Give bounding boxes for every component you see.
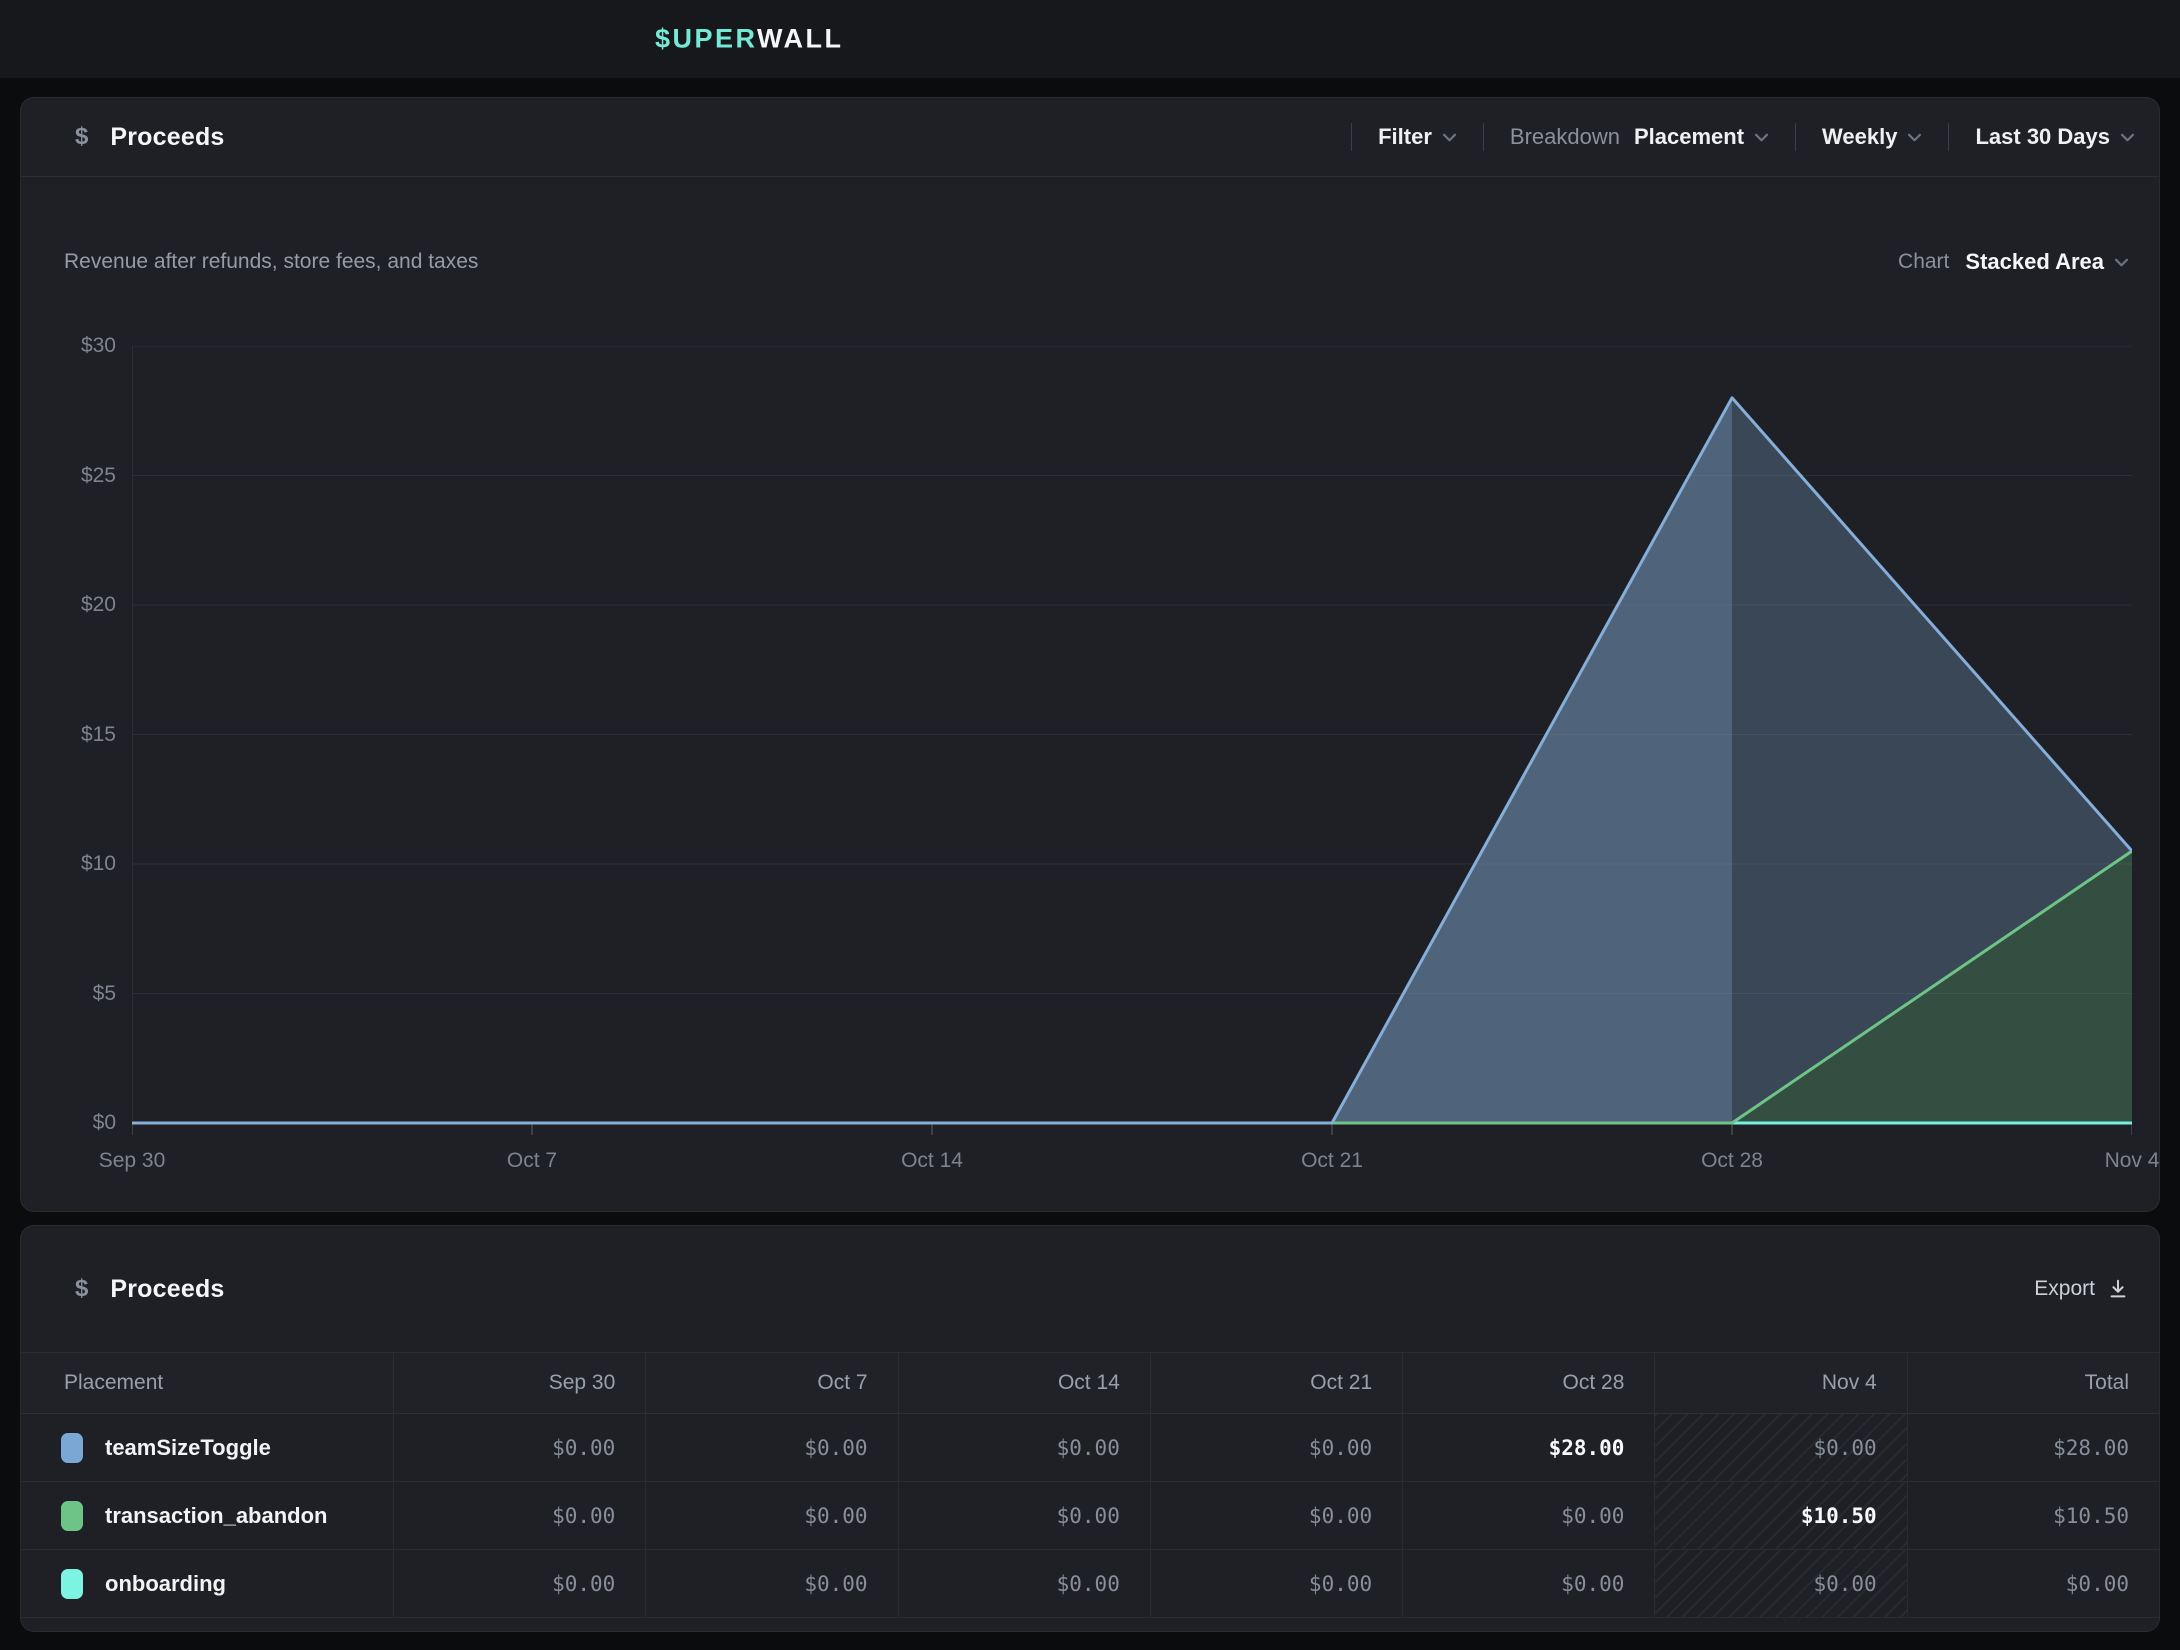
proceeds-table-body: teamSizeToggle$0.00$0.00$0.00$0.00$28.00… (21, 1414, 2159, 1618)
placement-name: transaction_abandon (105, 1503, 327, 1529)
chevron-down-icon (1754, 133, 1769, 143)
proceeds-table-card: $ Proceeds Export PlacementSep 30Oct 7Oc… (20, 1225, 2160, 1632)
column-header: Nov 4 (1654, 1353, 1906, 1413)
value-cell: $0.00 (1150, 1482, 1402, 1549)
breakdown-dropdown[interactable]: Breakdown Placement (1484, 124, 1795, 150)
dollar-icon: $ (75, 1275, 88, 1303)
logo-accent: $UPER (655, 24, 757, 54)
export-label: Export (2034, 1277, 2095, 1301)
date-range-dropdown[interactable]: Last 30 Days (1949, 124, 2139, 150)
chevron-down-icon (2114, 258, 2129, 268)
value-cell: $0.00 (898, 1550, 1150, 1617)
table-row[interactable]: onboarding$0.00$0.00$0.00$0.00$0.00$0.00… (21, 1550, 2159, 1618)
column-header: Sep 30 (393, 1353, 645, 1413)
chart-type-dropdown[interactable]: Chart Stacked Area (1898, 249, 2129, 275)
value-cell: $0.00 (1150, 1550, 1402, 1617)
value-cell: $0.00 (898, 1482, 1150, 1549)
table-row[interactable]: transaction_abandon$0.00$0.00$0.00$0.00$… (21, 1482, 2159, 1550)
placement-name: onboarding (105, 1571, 226, 1597)
value-cell: $10.50 (1654, 1482, 1906, 1549)
breakdown-label: Breakdown (1510, 124, 1620, 150)
filter-dropdown[interactable]: Filter (1352, 124, 1483, 150)
y-axis-tick-label: $20 (21, 594, 116, 616)
download-icon (2107, 1278, 2129, 1300)
value-cell: $0.00 (1150, 1414, 1402, 1481)
page: $UPERWALL $ Proceeds Filter Breakdown Pl… (0, 0, 2180, 1650)
value-cell: $0.00 (1654, 1550, 1906, 1617)
proceeds-chart-card: $ Proceeds Filter Breakdown Placement We… (20, 97, 2160, 1212)
chevron-down-icon (1442, 133, 1457, 143)
value-cell: $0.00 (393, 1482, 645, 1549)
table-card-header: $ Proceeds Export (21, 1226, 2159, 1353)
series-color-swatch (61, 1501, 83, 1531)
table-header-row: PlacementSep 30Oct 7Oct 14Oct 21Oct 28No… (21, 1353, 2159, 1414)
chart-card-title: Proceeds (110, 123, 224, 152)
placement-name-cell: onboarding (21, 1550, 393, 1617)
chart-type-label: Chart (1898, 250, 1949, 274)
export-button[interactable]: Export (2034, 1277, 2129, 1301)
series-color-swatch (61, 1433, 83, 1463)
breakdown-value: Placement (1634, 124, 1744, 150)
value-cell: $0.00 (393, 1550, 645, 1617)
chart-subtitle: Revenue after refunds, store fees, and t… (64, 250, 478, 274)
x-axis-tick-label: Oct 7 (507, 1149, 557, 1173)
value-cell: $0.00 (645, 1550, 897, 1617)
y-axis-tick-label: $25 (21, 465, 116, 487)
filter-label: Filter (1378, 124, 1432, 150)
column-header: Oct 7 (645, 1353, 897, 1413)
chart-card-header: $ Proceeds Filter Breakdown Placement We… (21, 98, 2159, 177)
value-cell: $10.50 (1907, 1482, 2159, 1549)
y-axis-tick-label: $10 (21, 853, 116, 875)
table-card-title: Proceeds (110, 1275, 224, 1304)
value-cell: $28.00 (1907, 1414, 2159, 1481)
value-cell: $0.00 (1402, 1550, 1654, 1617)
column-header: Oct 14 (898, 1353, 1150, 1413)
column-header: Total (1907, 1353, 2159, 1413)
y-axis-tick-label: $0 (21, 1112, 116, 1134)
date-range-value: Last 30 Days (1975, 124, 2110, 150)
table-row[interactable]: teamSizeToggle$0.00$0.00$0.00$0.00$28.00… (21, 1414, 2159, 1482)
placement-name-cell: teamSizeToggle (21, 1414, 393, 1481)
chevron-down-icon (2120, 133, 2135, 143)
chevron-down-icon (1907, 133, 1922, 143)
dollar-icon: $ (75, 123, 88, 151)
chart-type-value: Stacked Area (1965, 249, 2104, 275)
y-axis-tick-label: $5 (21, 983, 116, 1005)
x-axis-tick-label: Nov 4 (2105, 1149, 2160, 1173)
superwall-logo[interactable]: $UPERWALL (655, 24, 844, 55)
placement-name: teamSizeToggle (105, 1435, 271, 1461)
value-cell: $0.00 (898, 1414, 1150, 1481)
chart-subtitle-row: Revenue after refunds, store fees, and t… (21, 249, 2159, 275)
value-cell: $28.00 (1402, 1414, 1654, 1481)
column-header: Oct 28 (1402, 1353, 1654, 1413)
x-axis-tick-label: Sep 30 (99, 1149, 166, 1173)
logo-rest: WALL (757, 24, 843, 54)
series-color-swatch (61, 1569, 83, 1599)
proceeds-stacked-area-chart[interactable] (132, 346, 2132, 1137)
chart-controls: Filter Breakdown Placement Weekly Last 3… (1351, 98, 2139, 176)
y-axis-tick-label: $30 (21, 335, 116, 357)
value-cell: $0.00 (645, 1414, 897, 1481)
value-cell: $0.00 (1402, 1482, 1654, 1549)
x-axis-tick-label: Oct 14 (901, 1149, 963, 1173)
interval-value: Weekly (1822, 124, 1897, 150)
x-axis-tick-label: Oct 28 (1701, 1149, 1763, 1173)
value-cell: $0.00 (645, 1482, 897, 1549)
value-cell: $0.00 (1654, 1414, 1906, 1481)
column-header-placement: Placement (21, 1353, 393, 1413)
value-cell: $0.00 (1907, 1550, 2159, 1617)
interval-dropdown[interactable]: Weekly (1796, 124, 1948, 150)
placement-name-cell: transaction_abandon (21, 1482, 393, 1549)
value-cell: $0.00 (393, 1414, 645, 1481)
column-header: Oct 21 (1150, 1353, 1402, 1413)
x-axis-tick-label: Oct 21 (1301, 1149, 1363, 1173)
topbar: $UPERWALL (0, 0, 2180, 78)
y-axis-tick-label: $15 (21, 724, 116, 746)
